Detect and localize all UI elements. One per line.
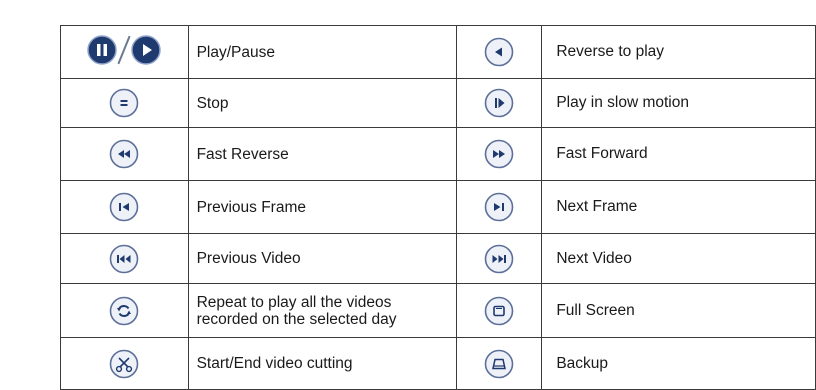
table-row: Previous Video Next Video <box>60 233 816 284</box>
label-cell: Fast Reverse <box>187 127 457 181</box>
icon-cell <box>455 283 543 338</box>
label-cell: Previous Video <box>187 233 457 284</box>
pause-icon <box>87 34 118 65</box>
previous-video-icon <box>109 244 139 274</box>
label-line-2: recorded on the selected day <box>196 310 397 328</box>
label-cell: Fast Forward <box>541 127 816 181</box>
table-row: Repeat to play all the videos recorded on… <box>60 283 816 338</box>
next-video-icon <box>484 244 514 274</box>
table-row: Previous Frame Next Frame <box>60 180 816 234</box>
next-frame-icon <box>484 192 514 222</box>
label-cell: Backup <box>541 337 816 390</box>
label-cell: Repeat to play all the videos recorded on… <box>187 283 457 338</box>
icon-cell <box>60 233 189 284</box>
full-screen-icon <box>484 296 514 326</box>
icon-cell <box>455 78 543 128</box>
previous-frame-icon <box>109 192 139 222</box>
icon-cell <box>60 180 189 234</box>
table-row: Fast Reverse Fast Forward <box>60 127 816 181</box>
icon-cell <box>60 127 189 181</box>
stop-icon <box>109 88 139 118</box>
slow-motion-icon <box>484 88 514 118</box>
label-cell: Play in slow motion <box>541 78 816 128</box>
play-icon <box>131 34 162 65</box>
label-line-1: Repeat to play all the videos <box>196 293 392 311</box>
label-cell: Previous Frame <box>187 180 457 234</box>
label-cell: Reverse to play <box>541 25 816 79</box>
icon-cell <box>455 25 543 79</box>
label-cell: Stop <box>187 78 457 128</box>
label-cell: Play/Pause <box>187 25 457 79</box>
controls-table: Play/Pause Reverse to play Stop Play in … <box>60 25 816 390</box>
icon-cell <box>60 25 189 79</box>
table-row: Stop Play in slow motion <box>60 78 816 128</box>
reverse-play-icon <box>484 37 514 67</box>
icon-cell <box>60 78 189 128</box>
label-cell: Full Screen <box>541 283 816 338</box>
table-row: Start/End video cutting Backup <box>60 337 816 390</box>
icon-cell <box>60 283 189 338</box>
icon-cell <box>60 337 189 390</box>
scissors-icon <box>109 349 139 379</box>
table-row: Play/Pause Reverse to play <box>60 25 816 79</box>
label-cell: Start/End video cutting <box>187 337 457 390</box>
icon-cell <box>455 180 543 234</box>
backup-icon <box>484 349 514 379</box>
label-cell: Next Frame <box>541 180 816 234</box>
icon-cell <box>455 127 543 181</box>
play-pause-icon <box>87 34 162 65</box>
icon-cell <box>455 337 543 390</box>
fast-forward-icon <box>484 139 514 169</box>
label-cell: Next Video <box>541 233 816 284</box>
repeat-icon <box>109 296 139 326</box>
fast-reverse-icon <box>109 139 139 169</box>
divider-icon <box>117 35 131 64</box>
icon-cell <box>455 233 543 284</box>
